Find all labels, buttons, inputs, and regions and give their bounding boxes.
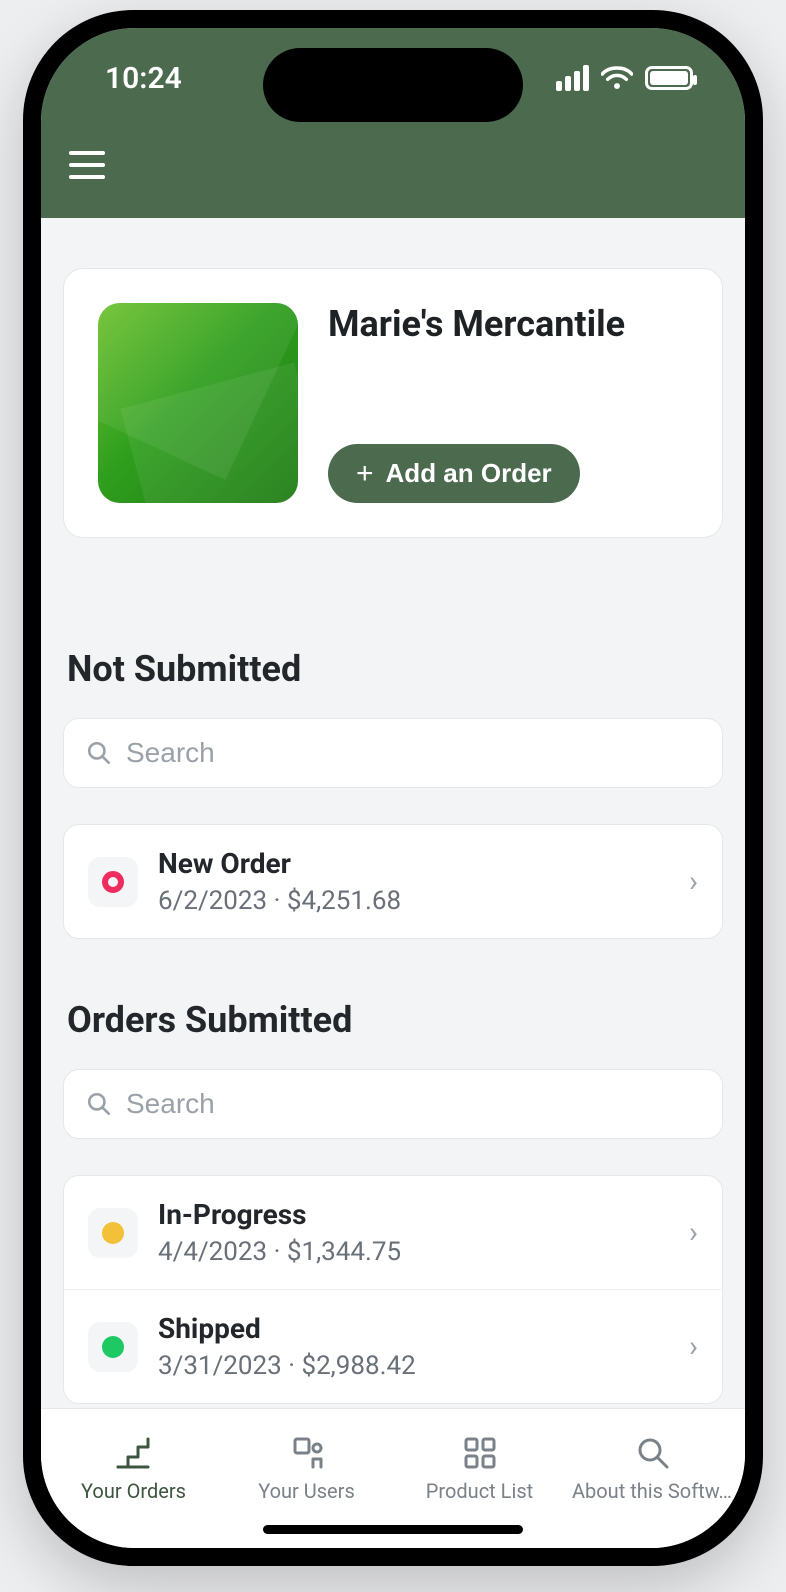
- search-input-not-submitted[interactable]: [126, 737, 700, 769]
- order-row[interactable]: In-Progress 4/4/2023 · $1,344.75 ›: [64, 1176, 722, 1290]
- order-meta: 4/4/2023 · $1,344.75: [158, 1237, 669, 1267]
- tab-your-orders[interactable]: Your Orders: [47, 1419, 220, 1518]
- store-name: Marie's Mercantile: [328, 303, 688, 345]
- section-submitted: Orders Submitted In-Progress: [63, 999, 723, 1404]
- wifi-icon: [601, 66, 633, 90]
- order-list-submitted: In-Progress 4/4/2023 · $1,344.75 › Ship: [63, 1175, 723, 1404]
- status-time: 10:24: [105, 61, 182, 96]
- order-row[interactable]: Shipped 3/31/2023 · $2,988.42 ›: [64, 1290, 722, 1403]
- order-status-label: New Order: [158, 847, 669, 880]
- chevron-right-icon: ›: [689, 1329, 698, 1364]
- tab-your-users[interactable]: Your Users: [220, 1419, 393, 1518]
- users-icon: [287, 1435, 327, 1471]
- order-meta: 3/31/2023 · $2,988.42: [158, 1351, 669, 1381]
- add-order-label: Add an Order: [386, 458, 552, 489]
- order-list-not-submitted: New Order 6/2/2023 · $4,251.68 ›: [63, 824, 723, 939]
- order-meta: 6/2/2023 · $4,251.68: [158, 886, 669, 916]
- order-row[interactable]: New Order 6/2/2023 · $4,251.68 ›: [64, 825, 722, 938]
- status-badge-in-progress: [88, 1208, 138, 1258]
- order-status-label: Shipped: [158, 1312, 669, 1345]
- search-icon: [86, 740, 112, 766]
- chevron-right-icon: ›: [689, 1215, 698, 1250]
- add-order-button[interactable]: + Add an Order: [328, 444, 580, 503]
- section-not-submitted: Not Submitted New Order: [63, 648, 723, 939]
- content-scroll[interactable]: Marie's Mercantile + Add an Order Not Su…: [41, 218, 745, 1408]
- search-not-submitted[interactable]: [63, 718, 723, 788]
- status-badge-new: [88, 857, 138, 907]
- store-header-card: Marie's Mercantile + Add an Order: [63, 268, 723, 538]
- tab-label: Your Users: [252, 1479, 361, 1503]
- shipped-icon: [102, 1336, 124, 1358]
- order-status-label: In-Progress: [158, 1198, 669, 1231]
- grid-icon: [462, 1435, 498, 1471]
- search-input-submitted[interactable]: [126, 1088, 700, 1120]
- search-icon: [635, 1435, 671, 1471]
- new-order-icon: [102, 871, 124, 893]
- section-title-not-submitted: Not Submitted: [63, 648, 723, 690]
- battery-icon: [645, 66, 693, 90]
- cellular-signal-icon: [556, 65, 589, 91]
- tab-about[interactable]: About this Softw...: [566, 1419, 739, 1518]
- app-bar: [41, 128, 745, 218]
- in-progress-icon: [102, 1222, 124, 1244]
- tab-label: Product List: [420, 1479, 539, 1503]
- tab-product-list[interactable]: Product List: [393, 1419, 566, 1518]
- stairs-icon: [114, 1435, 154, 1471]
- store-avatar: [98, 303, 298, 503]
- search-submitted[interactable]: [63, 1069, 723, 1139]
- plus-icon: +: [356, 459, 374, 489]
- chevron-right-icon: ›: [689, 864, 698, 899]
- tab-label: Your Orders: [75, 1479, 192, 1503]
- home-indicator: [263, 1525, 523, 1534]
- tab-label: About this Softw...: [566, 1479, 739, 1503]
- search-icon: [86, 1091, 112, 1117]
- menu-icon[interactable]: [69, 151, 105, 179]
- status-badge-shipped: [88, 1322, 138, 1372]
- section-title-submitted: Orders Submitted: [63, 999, 723, 1041]
- dynamic-island: [263, 48, 523, 122]
